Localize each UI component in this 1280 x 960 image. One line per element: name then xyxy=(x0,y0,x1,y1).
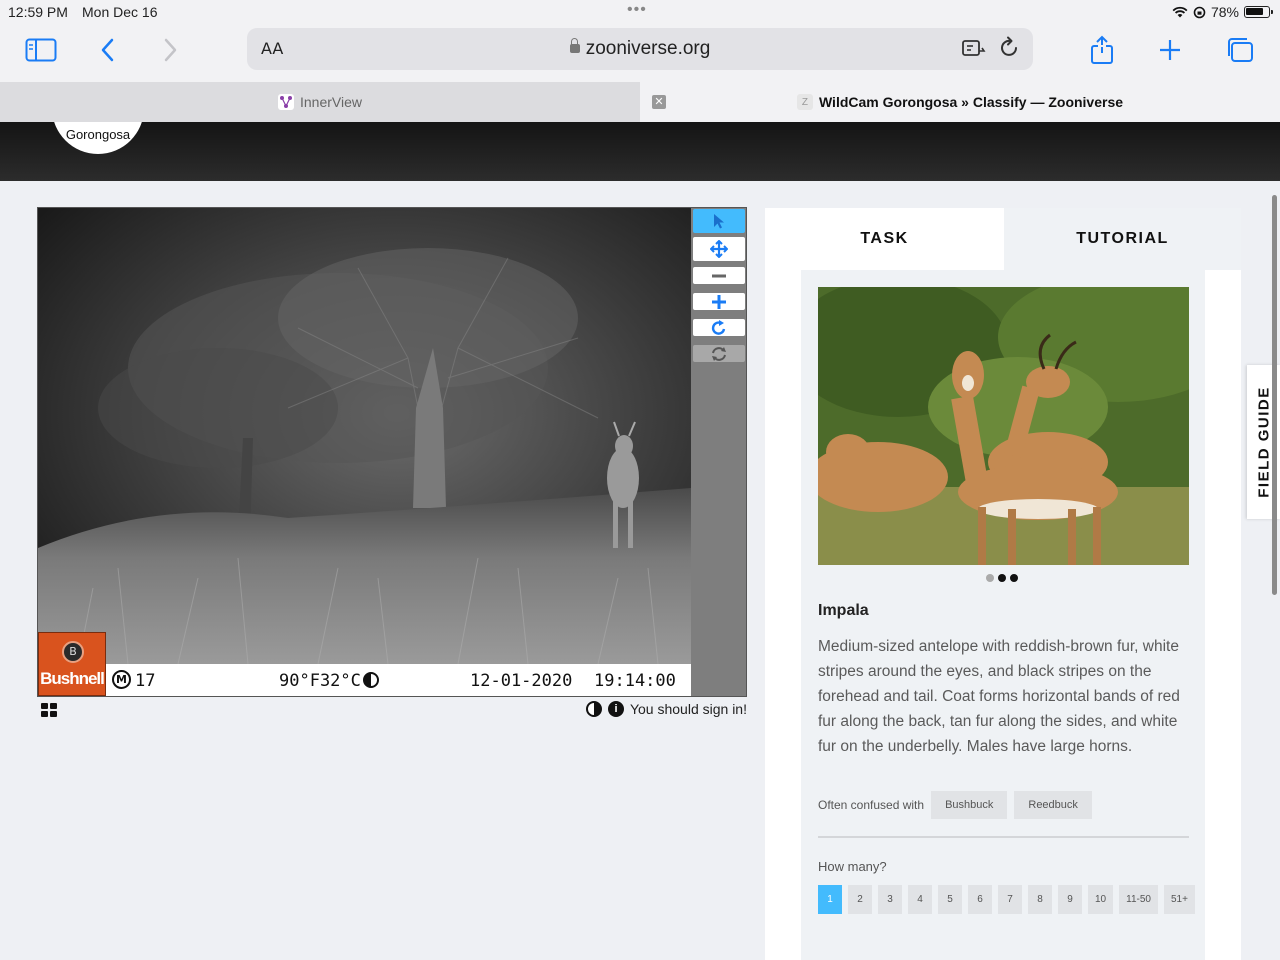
confused-with-label: Often confused with xyxy=(818,798,925,812)
count-option[interactable]: 2 xyxy=(848,885,872,914)
extension-icon[interactable] xyxy=(961,37,987,63)
camera-number: 17 xyxy=(135,671,156,691)
new-tab-icon[interactable] xyxy=(1152,34,1188,66)
field-guide-label: FIELD GUIDE xyxy=(1255,386,1272,498)
sign-in-note: You should sign in! xyxy=(629,701,747,717)
status-bar: 12:59 PM Mon Dec 16 ••• 78% xyxy=(0,0,1280,24)
species-example-image[interactable] xyxy=(818,287,1189,565)
zoom-in-button[interactable] xyxy=(693,293,745,310)
grid-view-icon[interactable] xyxy=(41,703,57,717)
site-header: Gorongosa xyxy=(0,122,1280,181)
browser-tab-innerview[interactable]: InnerView xyxy=(0,82,640,122)
plus-icon xyxy=(712,294,726,309)
tab-task[interactable]: TASK xyxy=(765,208,1004,270)
battery-percent: 78% xyxy=(1210,4,1239,20)
rotate-icon xyxy=(711,319,726,335)
camera-trap-image[interactable] xyxy=(38,208,691,664)
bushnell-badge-icon: B xyxy=(62,641,84,663)
innerview-favicon-icon xyxy=(277,94,294,110)
project-logo[interactable]: Gorongosa xyxy=(52,122,144,154)
refresh-icon xyxy=(712,346,726,361)
count-option[interactable]: 1 xyxy=(818,885,842,914)
pointer-tool-button[interactable] xyxy=(693,209,745,233)
info-icon[interactable]: i xyxy=(607,701,624,717)
count-option[interactable]: 10 xyxy=(1088,885,1114,914)
url-display[interactable]: zooniverse.org xyxy=(247,38,1033,60)
multitasking-dots[interactable]: ••• xyxy=(627,1,647,19)
zoom-out-button[interactable] xyxy=(693,267,745,284)
close-tab-icon[interactable]: ✕ xyxy=(652,95,666,109)
move-icon xyxy=(710,240,728,258)
tab-strip: InnerView ✕ Z WildCam Gorongosa » Classi… xyxy=(0,82,1280,122)
back-icon[interactable] xyxy=(90,34,126,66)
tab-title: WildCam Gorongosa » Classify — Zoonivers… xyxy=(818,94,1124,110)
address-bar[interactable]: AA zooniverse.org xyxy=(247,28,1033,70)
capture-date: 12-01-2020 xyxy=(470,671,573,691)
task-tabs: TASK TUTORIAL xyxy=(765,208,1241,270)
tab-overview-icon[interactable] xyxy=(1222,34,1258,66)
pointer-icon xyxy=(714,214,724,229)
camera-info-stamp: B Bushnell M 17 90°F32°C 12-01-2020 19:1… xyxy=(38,632,691,696)
temperature: 90°F32°C xyxy=(279,671,361,691)
count-option[interactable]: 11-50 xyxy=(1119,885,1158,914)
reset-view-button[interactable] xyxy=(693,345,745,362)
image-carousel-dots[interactable] xyxy=(986,574,1018,582)
reload-icon[interactable] xyxy=(999,36,1021,64)
confused-species-button[interactable]: Bushbuck xyxy=(931,791,1008,819)
viewer-footer-right: i You should sign in! xyxy=(585,701,747,717)
url-text: zooniverse.org xyxy=(585,38,711,59)
count-option[interactable]: 51+ xyxy=(1163,885,1195,914)
count-option[interactable]: 3 xyxy=(878,885,902,914)
count-option[interactable]: 7 xyxy=(998,885,1022,914)
confused-species-button[interactable]: Reedbuck xyxy=(1014,791,1092,819)
how-many-label: How many? xyxy=(818,859,887,874)
tab-tutorial[interactable]: TUTORIAL xyxy=(1004,208,1241,270)
species-name: Impala xyxy=(818,602,869,619)
how-many-options: 1 2 3 4 5 6 7 8 9 10 11-50 51+ xyxy=(818,885,1198,914)
wifi-icon xyxy=(1172,6,1188,18)
count-option[interactable]: 5 xyxy=(938,885,962,914)
invert-colors-icon[interactable] xyxy=(585,701,602,717)
battery-icon xyxy=(1244,6,1273,18)
count-option[interactable]: 9 xyxy=(1058,885,1082,914)
task-panel: TASK TUTORIAL Impala Medium-sized antelo… xyxy=(765,208,1241,960)
browser-tab-zooniverse[interactable]: ✕ Z WildCam Gorongosa » Classify — Zooni… xyxy=(640,82,1280,122)
carousel-dot[interactable] xyxy=(1010,574,1018,582)
divider xyxy=(818,836,1189,838)
status-date: Mon Dec 16 xyxy=(82,4,158,20)
subject-viewer[interactable]: B Bushnell M 17 90°F32°C 12-01-2020 19:1… xyxy=(37,207,692,697)
moon-phase-icon xyxy=(363,672,379,688)
browser-toolbar: AA zooniverse.org xyxy=(0,24,1280,82)
viewer-footer: i You should sign in! xyxy=(37,700,747,722)
zooniverse-favicon-icon: Z xyxy=(796,94,813,110)
status-time: 12:59 PM xyxy=(8,4,68,20)
capture-time: 19:14:00 xyxy=(594,671,676,691)
confused-with-row: Often confused with Bushbuck Reedbuck xyxy=(818,791,1092,819)
carousel-dot[interactable] xyxy=(998,574,1006,582)
rotate-button[interactable] xyxy=(693,319,745,336)
move-tool-button[interactable] xyxy=(693,237,745,261)
viewer-toolbar xyxy=(691,207,747,697)
logo-text: Gorongosa xyxy=(65,127,131,142)
bushnell-logo: B Bushnell xyxy=(38,632,106,696)
forward-icon[interactable] xyxy=(152,34,188,66)
sidebar-toggle-icon[interactable] xyxy=(23,34,59,66)
count-option[interactable]: 8 xyxy=(1028,885,1052,914)
species-detail-card: Impala Medium-sized antelope with reddis… xyxy=(801,270,1205,960)
orientation-lock-icon xyxy=(1193,6,1206,18)
camera-mode-icon: M xyxy=(112,670,131,689)
page-scrollbar[interactable] xyxy=(1272,195,1277,595)
share-icon[interactable] xyxy=(1084,34,1120,66)
count-option[interactable]: 4 xyxy=(908,885,932,914)
status-right: 78% xyxy=(1172,4,1273,20)
lock-icon xyxy=(569,38,580,53)
bushnell-brand: Bushnell xyxy=(40,669,105,688)
tab-title: InnerView xyxy=(299,94,362,110)
minus-icon xyxy=(712,274,726,277)
species-description: Medium-sized antelope with reddish-brown… xyxy=(818,638,1180,755)
count-option[interactable]: 6 xyxy=(968,885,992,914)
carousel-dot[interactable] xyxy=(986,574,994,582)
